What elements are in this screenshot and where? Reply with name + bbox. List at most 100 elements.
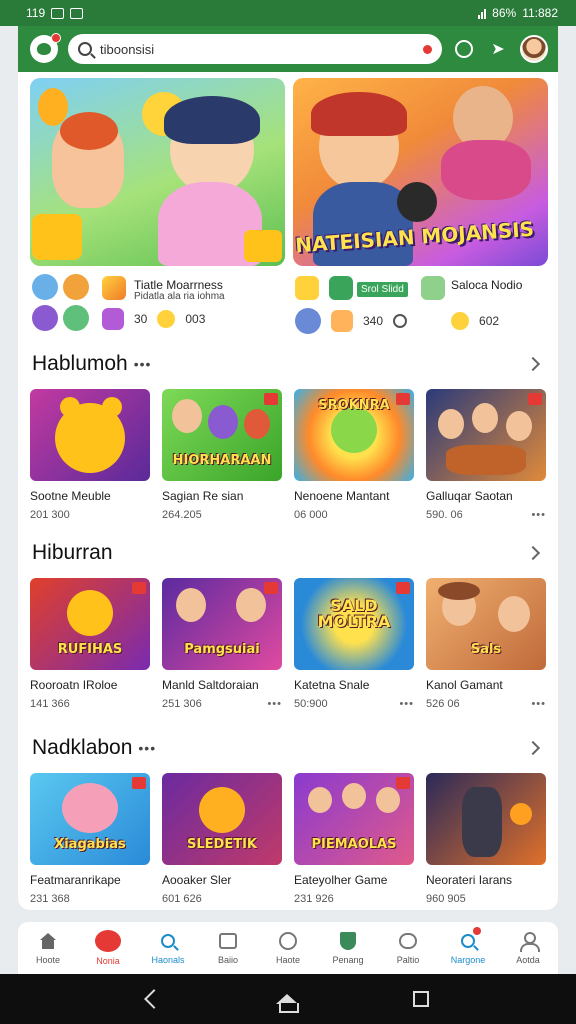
tile-count: 141 366 bbox=[30, 698, 70, 710]
search-icon bbox=[78, 42, 92, 56]
app-logo-icon[interactable] bbox=[30, 33, 61, 63]
chevron-right-icon[interactable] bbox=[525, 356, 541, 372]
status-clock: 11:882 bbox=[522, 6, 558, 20]
badge bbox=[132, 582, 146, 594]
nav-label: Baiio bbox=[217, 955, 238, 965]
home-button-icon[interactable] bbox=[275, 994, 299, 1013]
more-icon[interactable]: ••• bbox=[531, 509, 546, 521]
section-header[interactable]: Hablumoh ••• bbox=[32, 352, 544, 376]
app-icon[interactable] bbox=[329, 276, 353, 300]
game-tile[interactable]: SLEDETIK Aooaker Sler 601 626 bbox=[162, 773, 282, 905]
chat-icon[interactable] bbox=[452, 37, 476, 61]
tile-name: Eateyolher Game bbox=[294, 873, 388, 887]
main-card: ➤ NATEISIAN MOJANSIS bbox=[18, 26, 558, 910]
back-icon[interactable] bbox=[144, 989, 165, 1009]
game-tile[interactable]: Galluqar Saotan 590. 06 ••• bbox=[426, 389, 546, 521]
game-thumbnail[interactable] bbox=[32, 305, 58, 331]
game-thumbnail[interactable] bbox=[63, 305, 89, 331]
more-icon[interactable]: ••• bbox=[267, 698, 282, 710]
app-icon bbox=[331, 310, 353, 332]
chevron-right-icon[interactable] bbox=[525, 740, 541, 756]
section-header[interactable]: Hiburran bbox=[32, 541, 544, 565]
nav-item-home[interactable]: Hoote bbox=[21, 931, 75, 965]
nav-item-discover[interactable]: Nargone bbox=[441, 927, 495, 965]
section-title: Nadklabon bbox=[32, 736, 133, 759]
tile-count: 06 000 bbox=[294, 509, 328, 521]
tile-name: Galluqar Saotan bbox=[426, 489, 513, 503]
record-icon[interactable] bbox=[423, 44, 432, 54]
search-input[interactable] bbox=[100, 41, 415, 57]
thumbnail-group bbox=[32, 274, 89, 331]
hero-item-label: Tiatle Moarrness bbox=[134, 278, 223, 292]
notification-dot bbox=[473, 927, 481, 935]
nav-label: Haote bbox=[275, 955, 301, 965]
game-tile[interactable]: Sals Kanol Gamant 526 06 ••• bbox=[426, 578, 546, 710]
hero-meta-2[interactable]: Srol Slidd Saloca Nodio 340 602 bbox=[293, 272, 548, 334]
app-icon[interactable] bbox=[295, 276, 319, 300]
person-icon bbox=[520, 932, 540, 952]
game-tile[interactable]: SALD MOLTRA Katetna Snale 50:900 ••• bbox=[294, 578, 414, 710]
app-icon bbox=[102, 308, 124, 330]
search-bar[interactable] bbox=[68, 34, 442, 64]
game-tile[interactable]: Sootne Meuble 201 300 bbox=[30, 389, 150, 521]
app-icon[interactable] bbox=[421, 276, 445, 300]
share-icon[interactable]: ➤ bbox=[486, 37, 510, 61]
chat-icon bbox=[399, 933, 417, 949]
nav-item-search[interactable]: Haonals bbox=[141, 931, 195, 965]
hero-meta-1[interactable]: Tiatle Moarrness Pidatla ala ria iohma 3… bbox=[30, 272, 285, 334]
more-icon: ••• bbox=[133, 356, 152, 372]
shield-icon bbox=[340, 932, 356, 950]
nav-label: Haonals bbox=[151, 955, 185, 965]
tile-art-text: SROKNRA bbox=[318, 398, 390, 413]
nav-item-profile[interactable]: Aotda bbox=[501, 931, 555, 965]
tile-name: Katetna Snale bbox=[294, 678, 370, 692]
hero-banner-2[interactable]: NATEISIAN MOJANSIS bbox=[293, 78, 548, 266]
hero-item-label: Saloca Nodio bbox=[451, 278, 523, 292]
emoji-icon bbox=[451, 312, 470, 330]
section-title: Hiburran bbox=[32, 541, 113, 564]
tile-art-text: SALD MOLTRA bbox=[317, 596, 391, 631]
game-tile[interactable]: Pamgsuiai Manld Saltdoraian 251 306 ••• bbox=[162, 578, 282, 710]
game-thumbnail[interactable] bbox=[32, 274, 58, 300]
gamepad-icon bbox=[279, 932, 297, 950]
hero-banner-1[interactable] bbox=[30, 78, 285, 266]
more-icon[interactable]: ••• bbox=[399, 698, 414, 710]
tile-count: 264.205 bbox=[162, 509, 202, 521]
nav-item-games[interactable]: Haote bbox=[261, 931, 315, 965]
nav-item-live[interactable]: Nonia bbox=[81, 930, 135, 966]
game-tile[interactable]: SROKNRA Nenoene Mantant 06 000 bbox=[294, 389, 414, 521]
nav-label: Nonia bbox=[96, 956, 120, 966]
tile-row: Xiagabias Featmaranrikape 231 368 SLEDET… bbox=[30, 773, 546, 905]
nav-label: Penang bbox=[332, 955, 364, 965]
game-tile[interactable]: HIORHARAAN Sagian Re sian 264.205 bbox=[162, 389, 282, 521]
game-tile[interactable]: Neorateri Iarans 960 905 bbox=[426, 773, 546, 905]
tile-count: 251 306 bbox=[162, 698, 202, 710]
stat-value: 003 bbox=[185, 312, 206, 326]
recents-icon[interactable] bbox=[412, 991, 429, 1007]
tile-art-text: HIORHARAAN bbox=[172, 453, 272, 468]
badge bbox=[264, 393, 278, 405]
tile-name: Kanol Gamant bbox=[426, 678, 503, 692]
badge bbox=[396, 777, 410, 789]
newspaper-icon bbox=[219, 933, 237, 949]
game-tile[interactable]: RUFIHAS Rooroatn IRoloe 141 366 bbox=[30, 578, 150, 710]
notification-icon bbox=[70, 7, 84, 19]
avatar[interactable] bbox=[520, 35, 548, 63]
game-thumbnail[interactable] bbox=[63, 274, 89, 300]
signal-icon bbox=[478, 8, 487, 19]
nav-item-chat[interactable]: Paltio bbox=[381, 931, 435, 965]
tile-art-text: RUFIHAS bbox=[57, 642, 123, 657]
nav-item-news[interactable]: Baiio bbox=[201, 931, 255, 965]
game-tile[interactable]: PIEMAOLAS Eateyolher Game 231 926 bbox=[294, 773, 414, 905]
game-tile[interactable]: Xiagabias Featmaranrikape 231 368 bbox=[30, 773, 150, 905]
tile-name: Sagian Re sian bbox=[162, 489, 244, 503]
tile-name: Neorateri Iarans bbox=[426, 873, 513, 887]
tile-count: 201 300 bbox=[30, 509, 70, 521]
more-icon[interactable]: ••• bbox=[531, 698, 546, 710]
tile-count: 601 626 bbox=[162, 893, 202, 905]
app-icon[interactable] bbox=[102, 276, 126, 300]
nav-item-ranking[interactable]: Penang bbox=[321, 931, 375, 965]
hero-meta: Tiatle Moarrness Pidatla ala ria iohma 3… bbox=[30, 272, 548, 334]
chevron-right-icon[interactable] bbox=[525, 545, 541, 561]
section-header[interactable]: Nadklabon ••• bbox=[32, 736, 544, 760]
